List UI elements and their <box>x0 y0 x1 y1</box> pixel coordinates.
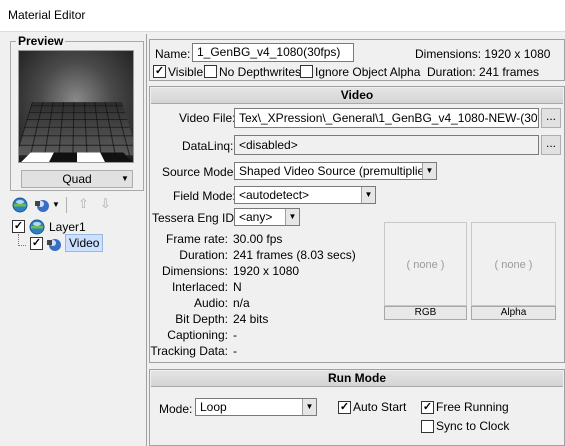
chevron-down-icon: ▼ <box>285 209 299 225</box>
video-object-icon <box>46 236 62 252</box>
field-mode-select[interactable]: <autodetect> ▼ <box>234 186 376 204</box>
field-mode-label: Field Mode: <box>173 189 236 203</box>
preview-group-title: Preview <box>16 34 66 48</box>
tessera-value: <any> <box>239 210 273 224</box>
move-down-icon[interactable]: ⇩ <box>100 196 111 212</box>
tree-item-layer1[interactable]: Layer1 <box>49 220 86 234</box>
info-bitdepth-value: 24 bits <box>233 312 269 326</box>
info-duration-value: 241 frames (8.03 secs) <box>233 248 356 262</box>
info-framerate-label: Frame rate: <box>165 232 228 246</box>
source-mode-label: Source Mode: <box>162 165 237 179</box>
layer1-checkbox[interactable]: ✓ <box>12 220 25 233</box>
sync-clock-checkbox[interactable] <box>421 420 434 433</box>
source-mode-value: Shaped Video Source (premultiplied) <box>239 164 435 178</box>
no-depthwrites-checkbox[interactable] <box>204 65 217 78</box>
alpha-thumbnail[interactable]: ( none ) <box>471 222 556 306</box>
video-file-label: Video File: <box>179 111 236 125</box>
alpha-none-text: ( none ) <box>494 259 533 271</box>
add-object-icon[interactable] <box>34 197 50 213</box>
free-running-label: Free Running <box>436 400 509 414</box>
info-audio-value: n/a <box>233 296 250 310</box>
name-label: Name: <box>155 47 191 61</box>
layer-tree: ✓ Layer1 ✓ Video <box>11 218 145 258</box>
layer-icon <box>29 219 45 235</box>
window-title: Material Editor <box>8 8 86 22</box>
datalinq-input[interactable]: <disabled> <box>234 135 539 155</box>
preview-mode-label: Quad <box>62 172 92 186</box>
chevron-down-icon: ▼ <box>361 187 375 203</box>
dimensions-readout: Dimensions: 1920 x 1080 <box>415 47 551 61</box>
tessera-label: Tessera Eng ID: <box>152 211 238 225</box>
source-mode-select[interactable]: Shaped Video Source (premultiplied) ▼ <box>234 162 437 180</box>
tree-toolbar: ▼ ⇧ ⇩ <box>12 196 142 214</box>
datalinq-label: DataLinq: <box>182 139 234 153</box>
run-mode-select[interactable]: Loop ▼ <box>195 398 317 416</box>
alpha-label: Alpha <box>471 306 556 320</box>
rgb-label: RGB <box>384 306 467 320</box>
info-captioning-label: Captioning: <box>167 328 228 342</box>
rgb-thumbnail[interactable]: ( none ) <box>384 222 467 306</box>
preview-mode-select[interactable]: Quad ▼ <box>21 170 133 188</box>
preview-thumbnail[interactable] <box>18 50 134 163</box>
info-audio-label: Audio: <box>193 296 228 310</box>
info-framerate-value: 30.00 fps <box>233 232 283 246</box>
preview-cobblestones <box>19 102 133 157</box>
ignore-alpha-label: Ignore Object Alpha <box>315 65 421 79</box>
info-interlaced-value: N <box>233 280 242 294</box>
no-depthwrites-label: No Depthwrites <box>219 65 302 79</box>
name-input[interactable]: 1_GenBG_v4_1080(30fps) <box>192 43 354 62</box>
tessera-select[interactable]: <any> ▼ <box>234 208 300 226</box>
add-layer-icon[interactable] <box>12 197 28 213</box>
chevron-down-icon: ▼ <box>121 174 129 183</box>
sync-clock-label: Sync to Clock <box>436 419 510 433</box>
visible-label: Visible <box>168 65 204 79</box>
tree-connector <box>18 234 26 246</box>
visible-checkbox[interactable]: ✓ <box>153 65 166 78</box>
run-mode-label: Mode: <box>159 402 193 416</box>
duration-readout: Duration: 241 frames <box>427 65 540 79</box>
info-captioning-value: - <box>233 328 237 342</box>
info-duration-label: Duration: <box>179 248 228 262</box>
preview-checker-floor <box>19 152 133 162</box>
run-mode-section-header: Run Mode <box>151 371 563 387</box>
info-dimensions-value: 1920 x 1080 <box>233 264 300 278</box>
datalinq-browse-button[interactable]: ... <box>541 135 561 155</box>
chevron-down-icon: ▼ <box>302 399 316 415</box>
toolbar-separator <box>66 197 67 213</box>
video-checkbox[interactable]: ✓ <box>30 237 43 250</box>
ignore-alpha-checkbox[interactable] <box>300 65 313 78</box>
info-bitdepth-label: Bit Depth: <box>175 312 228 326</box>
video-section-header: Video <box>151 88 563 104</box>
info-tracking-label: Tracking Data: <box>150 344 228 358</box>
field-mode-value: <autodetect> <box>239 188 310 202</box>
rgb-none-text: ( none ) <box>406 259 445 271</box>
video-file-browse-button[interactable]: ... <box>541 108 561 128</box>
info-interlaced-label: Interlaced: <box>171 280 228 294</box>
free-running-checkbox[interactable]: ✓ <box>421 401 434 414</box>
info-tracking-value: - <box>233 344 237 358</box>
video-file-input[interactable]: Tex\_XPression\_General\1_GenBG_v4_1080-… <box>234 108 539 128</box>
info-dimensions-label: Dimensions: <box>161 264 228 278</box>
move-up-icon[interactable]: ⇧ <box>78 196 89 212</box>
run-mode-value: Loop <box>200 400 227 414</box>
chevron-down-icon[interactable]: ▼ <box>52 197 60 213</box>
auto-start-checkbox[interactable]: ✓ <box>338 401 351 414</box>
auto-start-label: Auto Start <box>353 400 407 414</box>
video-info-list: Frame rate: 30.00 fps Duration: 241 fram… <box>128 232 378 362</box>
title-bar: Material Editor <box>0 0 565 32</box>
chevron-down-icon: ▼ <box>422 163 436 179</box>
tree-item-video[interactable]: Video <box>65 234 104 252</box>
